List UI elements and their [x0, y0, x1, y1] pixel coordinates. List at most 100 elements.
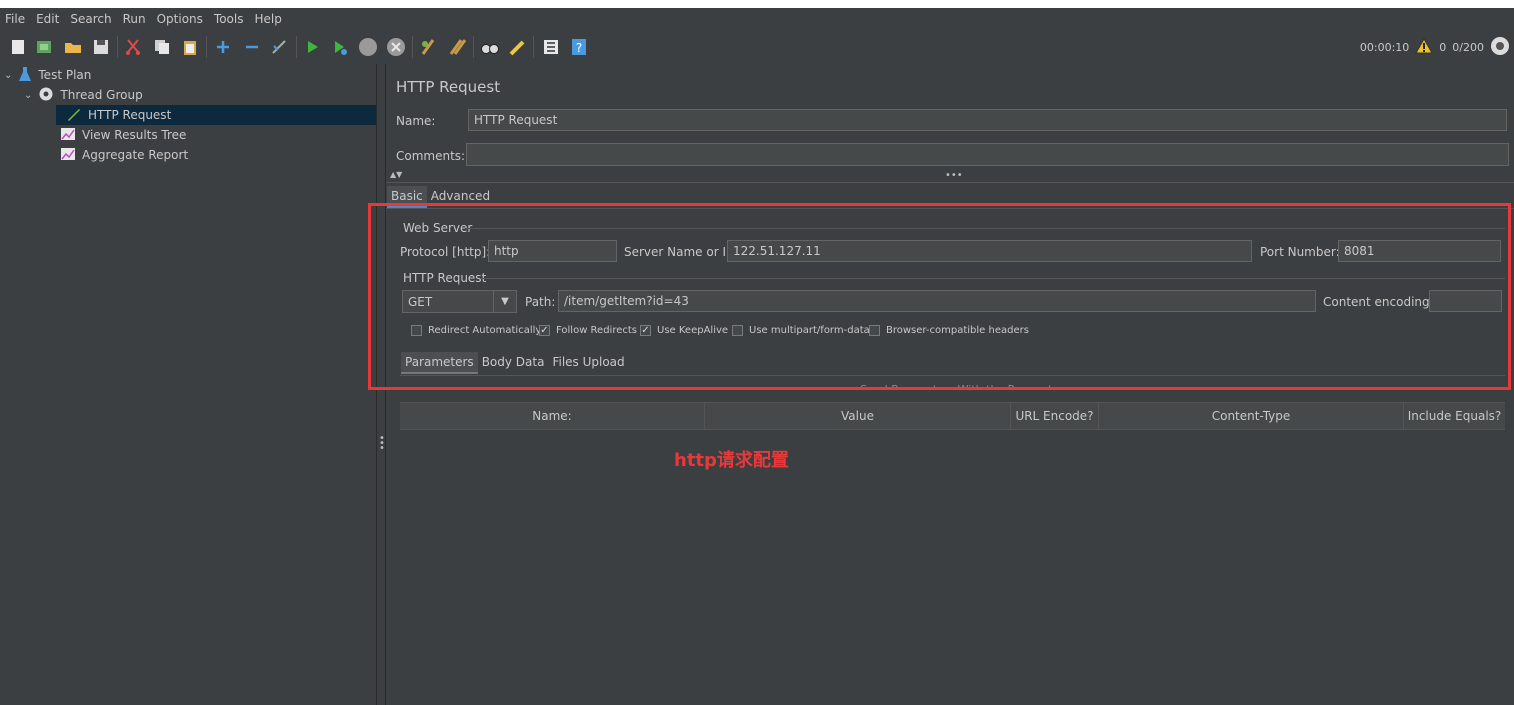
column-header-content-type[interactable]: Content-Type — [1099, 403, 1404, 429]
tree-item-label: Thread Group — [60, 88, 143, 102]
remote-icon[interactable] — [1490, 36, 1510, 59]
tab-basic[interactable]: Basic — [387, 186, 427, 208]
parameters-table-header: Name: Value URL Encode? Content-Type Inc… — [400, 402, 1505, 430]
tree-item-thread-group[interactable]: ⌄ Thread Group — [24, 85, 143, 105]
tree-item-http-request[interactable]: HTTP Request — [56, 105, 376, 125]
paste-icon[interactable] — [180, 37, 200, 57]
menu-file[interactable]: File — [0, 12, 31, 26]
path-field[interactable]: /item/getItem?id=43 — [558, 290, 1316, 312]
reset-search-icon[interactable] — [507, 37, 527, 57]
chevron-down-icon[interactable]: ⌄ — [4, 70, 12, 81]
column-header-name[interactable]: Name: — [400, 403, 705, 429]
tab-files-upload[interactable]: Files Upload — [548, 352, 628, 374]
stop-icon[interactable] — [358, 37, 378, 57]
tab-parameters[interactable]: Parameters — [401, 352, 478, 374]
menu-search[interactable]: Search — [65, 12, 117, 26]
collapse-arrows-icon[interactable]: ▲▼ — [390, 170, 402, 179]
check-icon[interactable]: ✓ — [640, 325, 651, 336]
port-field[interactable]: 8081 — [1338, 240, 1501, 262]
start-icon[interactable] — [302, 37, 322, 57]
follow-redirects-checkbox[interactable]: ✓ Follow Redirects — [539, 325, 637, 336]
chevron-down-icon[interactable]: ▼ — [493, 291, 516, 312]
use-keepalive-checkbox[interactable]: ✓ Use KeepAlive — [640, 325, 728, 336]
checkbox-label: Use KeepAlive — [657, 325, 729, 336]
web-server-group-title: Web Server — [403, 221, 473, 235]
panel-splitter[interactable] — [377, 64, 386, 705]
start-no-pauses-icon[interactable] — [330, 37, 350, 57]
tree-item-view-results-tree[interactable]: View Results Tree — [60, 125, 186, 145]
column-header-value[interactable]: Value — [705, 403, 1011, 429]
thread-count: 0/200 — [1452, 40, 1484, 54]
checkbox-label: Browser-compatible headers — [886, 325, 1029, 336]
collapse-icon[interactable] — [242, 37, 262, 57]
content-encoding-field[interactable] — [1429, 290, 1502, 312]
divider — [400, 375, 1505, 376]
check-icon[interactable]: ✓ — [539, 325, 550, 336]
tree-item-test-plan[interactable]: ⌄ Test Plan — [4, 65, 91, 85]
checkbox-box[interactable] — [732, 325, 743, 336]
window-top-strip — [0, 0, 1514, 8]
menu-options[interactable]: Options — [152, 12, 209, 26]
tab-body-data[interactable]: Body Data — [478, 352, 549, 374]
open-icon[interactable] — [63, 37, 83, 57]
warning-icon[interactable] — [1415, 37, 1434, 57]
port-label: Port Number: — [1260, 245, 1340, 259]
protocol-label: Protocol [http]: — [400, 245, 491, 259]
use-multipart-checkbox[interactable]: Use multipart/form-data — [732, 325, 870, 336]
config-tabs: Basic Advanced — [387, 186, 494, 208]
status-area: 00:00:10 0 0/200 — [1360, 30, 1514, 64]
clear-icon[interactable] — [418, 37, 438, 57]
templates-icon[interactable] — [34, 37, 54, 57]
chart-icon — [60, 147, 76, 164]
comments-field[interactable] — [466, 143, 1509, 166]
menu-help[interactable]: Help — [249, 12, 287, 26]
server-label: Server Name or IP: — [624, 245, 738, 259]
divider — [386, 208, 1514, 209]
clear-all-icon[interactable] — [447, 37, 467, 57]
menu-tools[interactable]: Tools — [209, 12, 250, 26]
expand-icon[interactable] — [213, 37, 233, 57]
name-field[interactable]: HTTP Request — [468, 109, 1507, 131]
new-icon[interactable] — [8, 37, 28, 57]
menu-bar: File Edit Search Run Options Tools Help — [0, 8, 1514, 30]
path-label: Path: — [525, 295, 556, 309]
function-helper-icon[interactable] — [541, 37, 561, 57]
content-encoding-label: Content encoding: — [1323, 295, 1434, 309]
http-request-group-title: HTTP Request — [403, 271, 487, 285]
divider-grip-icon[interactable]: ••• — [945, 170, 963, 181]
server-field[interactable]: 122.51.127.11 — [727, 240, 1252, 262]
search-icon[interactable] — [480, 37, 500, 57]
browser-compatible-headers-checkbox[interactable]: Browser-compatible headers — [869, 325, 1029, 336]
column-header-url-encode[interactable]: URL Encode? — [1011, 403, 1099, 429]
pencil-icon — [66, 106, 82, 125]
checkbox-box[interactable] — [411, 325, 422, 336]
annotation-text: http请求配置 — [674, 450, 789, 471]
chart-icon — [60, 127, 76, 144]
method-value: GET — [408, 294, 433, 309]
toolbar: ? 00:00:10 0 0/200 — [0, 30, 1514, 64]
divider — [481, 278, 1505, 279]
tree-item-aggregate-report[interactable]: Aggregate Report — [60, 145, 188, 165]
cut-icon[interactable] — [123, 37, 143, 57]
copy-icon[interactable] — [152, 37, 172, 57]
tree-item-label: Test Plan — [38, 68, 92, 82]
splitter-handle-icon[interactable]: • • • — [379, 434, 385, 454]
protocol-field[interactable]: http — [488, 240, 617, 262]
gear-icon — [38, 86, 54, 105]
tree-item-label: Aggregate Report — [82, 148, 189, 162]
checkbox-label: Use multipart/form-data — [749, 325, 870, 336]
shutdown-icon[interactable] — [386, 37, 406, 57]
tab-advanced[interactable]: Advanced — [427, 186, 494, 208]
chevron-down-icon[interactable]: ⌄ — [24, 90, 32, 101]
help-icon[interactable]: ? — [569, 37, 589, 57]
checkbox-box[interactable] — [869, 325, 880, 336]
column-header-include-equals[interactable]: Include Equals? — [1404, 403, 1505, 429]
toggle-icon[interactable] — [269, 37, 289, 57]
redirect-automatically-checkbox[interactable]: Redirect Automatically — [411, 325, 541, 336]
save-icon[interactable] — [91, 37, 111, 57]
page-title: HTTP Request — [396, 78, 501, 96]
method-select[interactable]: GET ▼ — [402, 290, 517, 313]
menu-edit[interactable]: Edit — [31, 12, 65, 26]
divider — [386, 182, 1514, 183]
menu-run[interactable]: Run — [118, 12, 152, 26]
